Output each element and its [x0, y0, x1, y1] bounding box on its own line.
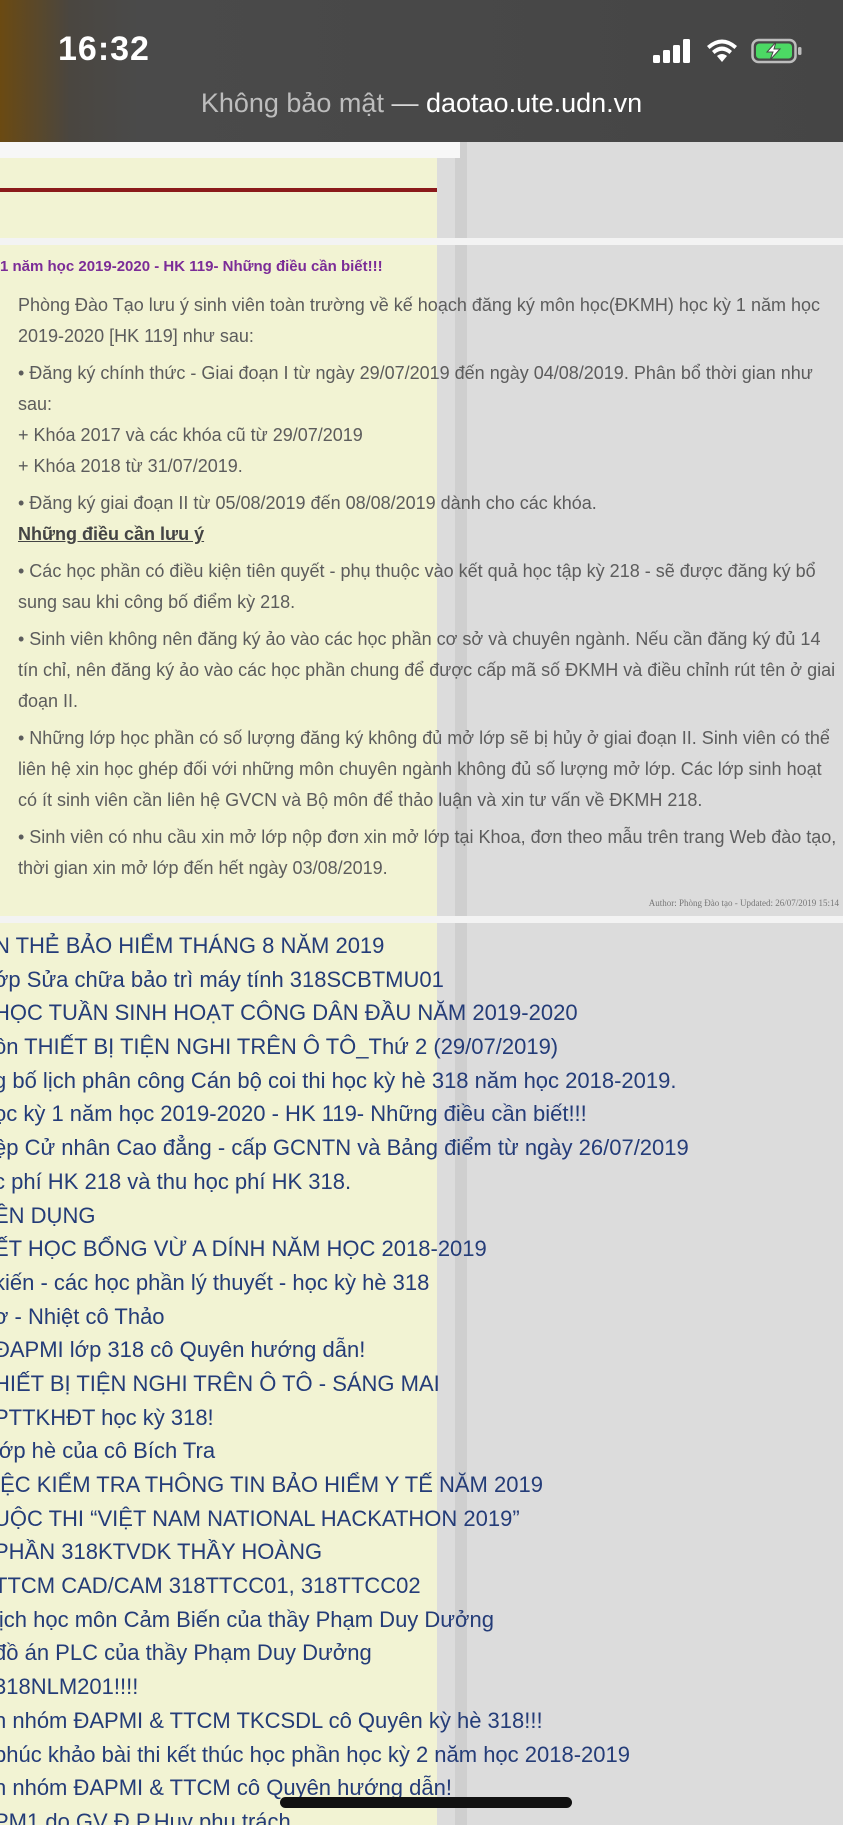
news-link[interactable]: kiến - các học phần lý thuyết - học kỳ h… [0, 1266, 837, 1300]
news-link[interactable]: ơ - Nhiệt cô Thảo [0, 1300, 837, 1334]
notes-heading: Những điều cần lưu ý [18, 524, 205, 544]
battery-charging-icon [751, 38, 802, 64]
header-rule [0, 188, 437, 192]
note-item: • Sinh viên không nên đăng ký ảo vào các… [18, 629, 836, 711]
news-link[interactable]: N THẺ BẢO HIỂM THÁNG 8 NĂM 2019 [0, 929, 837, 963]
news-link[interactable]: HỌC TUẦN SINH HOẠT CÔNG DÂN ĐẦU NĂM 2019… [0, 996, 837, 1030]
news-link[interactable]: đồ án PLC của thầy Phạm Duy Dưởng [0, 1636, 837, 1670]
url-separator: — [391, 88, 419, 118]
news-link[interactable]: g bố lịch phân công Cán bộ coi thi học k… [0, 1064, 837, 1098]
security-label: Không bảo mật [200, 88, 384, 118]
page-content: 1 năm học 2019-2020 - HK 119- Những điều… [0, 142, 843, 1825]
top-strip [0, 142, 460, 158]
system-icons [653, 38, 803, 64]
news-link[interactable]: ớp Sửa chữa bảo trì máy tính 318SCBTMU01 [0, 963, 837, 997]
article-bullet: • Đăng ký chính thức - Giai đoạn I từ ng… [18, 363, 813, 414]
news-link[interactable]: PTTKHĐT học kỳ 318! [0, 1401, 837, 1435]
news-link[interactable]: n nhóm ĐAPMI & TTCM TKCSDL cô Quyên kỳ h… [0, 1704, 837, 1738]
section-divider [0, 916, 843, 923]
news-link[interactable]: HIẾT BỊ TIỆN NGHI TRÊN Ô TÔ - SÁNG MAI [0, 1367, 837, 1401]
status-bar: 16:32 Không bảo mật — daotao.ute.udn.vn [0, 0, 843, 142]
article-paragraph: Phòng Đào Tạo lưu ý sinh viên toàn trườn… [18, 295, 820, 346]
news-link[interactable]: lịch học môn Cảm Biến của thầy Phạm Duy … [0, 1603, 837, 1637]
article-title[interactable]: 1 năm học 2019-2020 - HK 119- Những điều… [0, 258, 383, 275]
article-body: Phòng Đào Tạo lưu ý sinh viên toàn trườn… [18, 290, 843, 884]
section-divider [0, 238, 843, 245]
note-item: • Sinh viên có nhu cầu xin mở lớp nộp đơ… [18, 827, 837, 878]
clock: 16:32 [58, 30, 150, 68]
news-link[interactable]: c phí HK 218 và thu học phí HK 318. [0, 1165, 837, 1199]
news-link[interactable]: phúc khảo bài thi kết thúc học phần học … [0, 1738, 837, 1772]
news-link[interactable]: ĐAPMI lớp 318 cô Quyên hướng dẫn! [0, 1333, 837, 1367]
note-item: • Các học phần có điều kiện tiên quyết -… [18, 561, 816, 612]
news-link[interactable]: ôn THIẾT BỊ TIỆN NGHI TRÊN Ô TÔ_Thứ 2 (2… [0, 1030, 837, 1064]
news-link[interactable]: IỆC KIỂM TRA THÔNG TIN BẢO HIỂM Y TẾ NĂM… [0, 1468, 837, 1502]
news-link[interactable]: PHẦN 318KTVDK THẦY HOÀNG [0, 1535, 837, 1569]
news-link[interactable]: 318NLM201!!!! [0, 1670, 837, 1704]
news-link-list: N THẺ BẢO HIỂM THÁNG 8 NĂM 2019 ớp Sửa ch… [0, 929, 843, 1825]
home-indicator[interactable] [280, 1797, 572, 1808]
news-link[interactable]: TTCM CAD/CAM 318TTCC01, 318TTCC02 [0, 1569, 837, 1603]
note-item: • Những lớp học phần có số lượng đăng ký… [18, 728, 830, 810]
news-link[interactable]: ẾT HỌC BỔNG VỪ A DÍNH NĂM HỌC 2018-2019 [0, 1232, 837, 1266]
url-domain: daotao.ute.udn.vn [425, 88, 643, 118]
news-link[interactable]: UỘC THI “VIỆT NAM NATIONAL HACKATHON 201… [0, 1502, 837, 1536]
news-link[interactable]: ÊN DỤNG [0, 1199, 837, 1233]
article-bullet: • Đăng ký giai đoạn II từ 05/08/2019 đến… [18, 493, 597, 513]
news-link[interactable]: ệp Cử nhân Cao đẳng - cấp GCNTN và Bảng … [0, 1131, 837, 1165]
news-link[interactable]: ọc kỳ 1 năm học 2019-2020 - HK 119- Nhữn… [0, 1097, 837, 1131]
author-line: Author: Phòng Đào tạo - Updated: 26/07/2… [648, 898, 839, 908]
signal-icon [653, 39, 690, 63]
article-paragraph: + Khóa 2018 từ 31/07/2019. [18, 456, 243, 476]
article-paragraph: + Khóa 2017 và các khóa cũ từ 29/07/2019 [18, 425, 363, 445]
wifi-icon [707, 39, 737, 62]
address-bar[interactable]: Không bảo mật — daotao.ute.udn.vn [0, 88, 843, 119]
news-link[interactable]: lớp hè của cô Bích Tra [0, 1434, 837, 1468]
